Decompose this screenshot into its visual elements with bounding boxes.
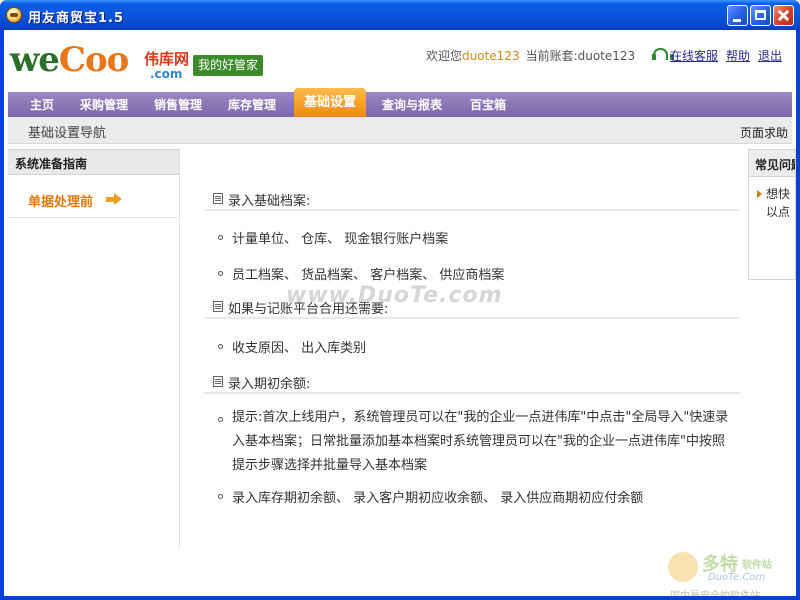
bullet-icon: [218, 344, 223, 349]
nav-purchase[interactable]: 采购管理: [80, 92, 128, 117]
headset-icon: [652, 48, 674, 61]
close-button[interactable]: [773, 5, 794, 26]
nav-sales[interactable]: 销售管理: [154, 92, 202, 117]
watermark-url: DuoTe.Com: [708, 572, 766, 583]
document-icon: [213, 193, 223, 204]
caret-right-icon: [757, 190, 762, 198]
bullet-icon: [218, 235, 223, 240]
faq-heading: 常见问题: [755, 158, 795, 172]
sub-header: 基础设置导航 页面求助: [8, 117, 792, 144]
logo-cn-text: 伟库网: [144, 50, 190, 68]
faq-header: 常见问题: [749, 150, 795, 177]
nav-toolbox[interactable]: 百宝箱: [470, 92, 506, 117]
app-window: 用友商贸宝1.5 weCoo 伟库网 .com 我的好管家 欢迎您duote12…: [0, 0, 800, 600]
mascot-icon: [668, 552, 698, 582]
document-icon: [213, 301, 223, 312]
user-name: duote123: [462, 49, 520, 63]
section-heading: 录入期初余额:: [204, 372, 740, 394]
list-item: 员工档案、 货品档案、 客户档案、 供应商档案: [232, 268, 505, 283]
sidebar-heading: 系统准备指南: [15, 157, 88, 171]
left-sidebar: 系统准备指南 单据处理前: [8, 149, 180, 548]
faq-panel: 常见问题 想快 以点: [748, 149, 796, 280]
watermark-tagline: 国内最安全的软件站: [670, 587, 760, 596]
watermark-text: www.DuoTe.com: [286, 283, 503, 308]
main-content: 录入基础档案: 计量单位、 仓库、 现金银行账户档案 员工档案、 货品档案、 客…: [184, 149, 744, 589]
page-title: 基础设置导航: [28, 126, 107, 141]
help-link[interactable]: 帮助: [726, 47, 750, 64]
watermark-brand-sub: 软件站: [742, 560, 772, 571]
sidebar-link-before-documents[interactable]: 单据处理前: [28, 191, 93, 210]
nav-basic-settings[interactable]: 基础设置: [294, 88, 367, 117]
app-icon: [6, 7, 22, 23]
app-client-area: weCoo 伟库网 .com 我的好管家 欢迎您duote123 当前账套:duo…: [4, 30, 796, 596]
sidebar-divider: [8, 217, 179, 218]
list-item: 录入库存期初余额、 录入客户期初应收余额、 录入供应商期初应付余额: [232, 491, 644, 506]
sidebar-header: 系统准备指南: [8, 149, 179, 175]
nav-stock[interactable]: 库存管理: [228, 92, 276, 117]
nav-home[interactable]: 主页: [30, 92, 54, 117]
list-item: 收支原因、 出入库类别: [232, 341, 367, 356]
page-help-link[interactable]: 页面求助: [740, 124, 788, 141]
faq-item-continued[interactable]: 以点: [766, 203, 790, 220]
logo-com-text: .com: [150, 67, 183, 81]
minimize-icon: [733, 19, 741, 22]
document-icon: [213, 376, 223, 387]
bullet-icon: [218, 417, 223, 422]
maximize-icon: [755, 10, 766, 20]
slogan-badge: 我的好管家: [193, 55, 264, 76]
minimize-button[interactable]: [727, 5, 748, 26]
bullet-icon: [218, 494, 223, 499]
online-service-link[interactable]: 在线客服: [670, 47, 718, 64]
main-nav: 主页 采购管理 销售管理 库存管理 基础设置 查询与报表 百宝箱: [8, 88, 792, 117]
maximize-button[interactable]: [750, 5, 771, 26]
arrow-right-icon: [106, 193, 122, 206]
nav-query-reports[interactable]: 查询与报表: [382, 92, 442, 117]
section-heading: 录入基础档案:: [204, 189, 740, 211]
close-icon: [774, 6, 793, 25]
title-bar[interactable]: 用友商贸宝1.5: [0, 0, 800, 30]
exit-link[interactable]: 退出: [758, 47, 782, 64]
watermark-logo: 多特 软件站 DuoTe.Com 国内最安全的软件站: [666, 550, 796, 596]
list-item: 计量单位、 仓库、 现金银行账户档案: [232, 232, 449, 247]
list-item: 提示:首次上线用户，系统管理员可以在"我的企业一点进伟库"中点击"全局导入"快速…: [232, 410, 729, 473]
account-name: duote123: [577, 49, 636, 63]
bullet-icon: [218, 271, 223, 276]
faq-item[interactable]: 想快: [766, 185, 790, 202]
window-title: 用友商贸宝1.5: [28, 11, 125, 26]
user-info: 欢迎您duote123 当前账套:duote123: [426, 49, 636, 63]
